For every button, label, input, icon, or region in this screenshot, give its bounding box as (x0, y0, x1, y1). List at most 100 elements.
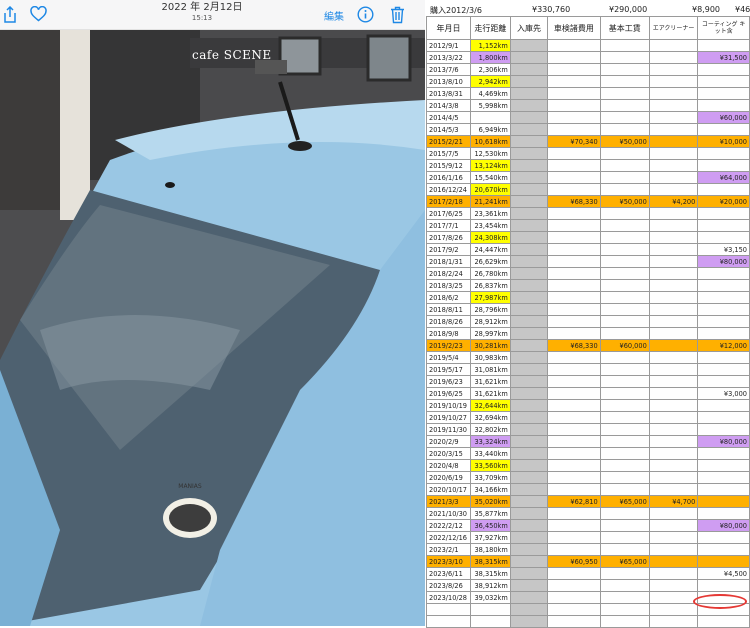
cell-air-cleaner[interactable] (648, 399, 699, 412)
cell-shop[interactable] (509, 231, 549, 244)
cell-mileage[interactable]: 28,997km (469, 327, 511, 340)
cell-mileage[interactable]: 31,621km (469, 387, 511, 400)
cell-shop[interactable] (509, 555, 549, 568)
cell-labor[interactable] (599, 303, 650, 316)
cell-coating[interactable]: ¥20,000 (697, 195, 750, 208)
cell-inspection-fee[interactable]: ¥68,330 (547, 339, 601, 352)
cell-inspection-fee[interactable]: ¥68,330 (547, 195, 601, 208)
cell-air-cleaner[interactable] (648, 135, 699, 148)
cell-labor[interactable]: ¥60,000 (599, 339, 650, 352)
cell-labor[interactable] (599, 183, 650, 196)
col-header-shop[interactable]: 入庫先 (509, 16, 549, 40)
cell-coating[interactable]: ¥10,000 (697, 135, 750, 148)
cell-inspection-fee[interactable] (547, 51, 601, 64)
col-header-labor[interactable]: 基本工賃 (599, 16, 650, 40)
cell-labor[interactable] (599, 603, 650, 616)
cell-mileage[interactable]: 33,709km (469, 471, 511, 484)
cell-labor[interactable] (599, 471, 650, 484)
cell-mileage[interactable]: 32,644km (469, 399, 511, 412)
cell-air-cleaner[interactable] (648, 123, 699, 136)
cell-air-cleaner[interactable]: ¥4,700 (648, 495, 699, 508)
cell-shop[interactable] (509, 423, 549, 436)
cell-air-cleaner[interactable] (648, 351, 699, 364)
cell-shop[interactable] (509, 87, 549, 100)
cell-date[interactable]: 2018/3/25 (426, 279, 471, 292)
cell-air-cleaner[interactable] (648, 87, 699, 100)
cell-inspection-fee[interactable] (547, 63, 601, 76)
cell-mileage[interactable]: 38,315km (469, 567, 511, 580)
cell-shop[interactable] (509, 279, 549, 292)
cell-shop[interactable] (509, 567, 549, 580)
cell-mileage[interactable]: 38,180km (469, 543, 511, 556)
cell-shop[interactable] (509, 459, 549, 472)
cell-inspection-fee[interactable] (547, 183, 601, 196)
cell-air-cleaner[interactable] (648, 255, 699, 268)
cell-coating[interactable] (697, 183, 750, 196)
cell-date[interactable]: 2019/6/25 (426, 387, 471, 400)
cell-shop[interactable] (509, 315, 549, 328)
cell-date[interactable]: 2013/8/10 (426, 75, 471, 88)
cell-mileage[interactable]: 4,469km (469, 87, 511, 100)
cell-mileage[interactable] (469, 603, 511, 616)
cell-coating[interactable] (697, 231, 750, 244)
cell-mileage[interactable]: 33,324km (469, 435, 511, 448)
cell-date[interactable]: 2014/5/3 (426, 123, 471, 136)
cell-shop[interactable] (509, 291, 549, 304)
cell-coating[interactable] (697, 147, 750, 160)
cell-mileage[interactable]: 30,281km (469, 339, 511, 352)
cell-date[interactable]: 2018/9/8 (426, 327, 471, 340)
cell-mileage[interactable]: 31,081km (469, 363, 511, 376)
cell-labor[interactable] (599, 399, 650, 412)
cell-coating[interactable]: ¥80,000 (697, 519, 750, 532)
cell-shop[interactable] (509, 195, 549, 208)
cell-labor[interactable] (599, 423, 650, 436)
cell-mileage[interactable]: 5,998km (469, 99, 511, 112)
cell-coating[interactable] (697, 291, 750, 304)
cell-labor[interactable] (599, 327, 650, 340)
cell-labor[interactable] (599, 123, 650, 136)
cell-coating[interactable]: ¥31,500 (697, 51, 750, 64)
cell-date[interactable]: 2012/9/1 (426, 39, 471, 52)
cell-coating[interactable] (697, 543, 750, 556)
cell-inspection-fee[interactable] (547, 231, 601, 244)
cell-labor[interactable] (599, 279, 650, 292)
cell-coating[interactable] (697, 39, 750, 52)
cell-date[interactable]: 2021/3/3 (426, 495, 471, 508)
cell-shop[interactable] (509, 387, 549, 400)
cell-air-cleaner[interactable] (648, 159, 699, 172)
cell-mileage[interactable]: 34,166km (469, 483, 511, 496)
cell-inspection-fee[interactable] (547, 87, 601, 100)
cell-coating[interactable] (697, 471, 750, 484)
cell-coating[interactable] (697, 399, 750, 412)
cell-shop[interactable] (509, 591, 549, 604)
cell-inspection-fee[interactable] (547, 483, 601, 496)
cell-air-cleaner[interactable] (648, 219, 699, 232)
col-header-inspection-fee[interactable]: 車検諸費用 (547, 16, 601, 40)
cell-coating[interactable] (697, 483, 750, 496)
cell-shop[interactable] (509, 579, 549, 592)
cell-air-cleaner[interactable] (648, 483, 699, 496)
cell-date[interactable]: 2020/10/17 (426, 483, 471, 496)
cell-coating[interactable] (697, 351, 750, 364)
col-header-mileage[interactable]: 走行距離 (469, 16, 511, 40)
cell-mileage[interactable]: 13,124km (469, 159, 511, 172)
cell-inspection-fee[interactable] (547, 99, 601, 112)
cell-shop[interactable] (509, 435, 549, 448)
cell-inspection-fee[interactable] (547, 39, 601, 52)
cell-air-cleaner[interactable] (648, 231, 699, 244)
cell-date[interactable]: 2023/2/1 (426, 543, 471, 556)
cell-air-cleaner[interactable] (648, 207, 699, 220)
cell-shop[interactable] (509, 123, 549, 136)
cell-shop[interactable] (509, 243, 549, 256)
cell-labor[interactable] (599, 591, 650, 604)
cell-inspection-fee[interactable] (547, 351, 601, 364)
cell-labor[interactable] (599, 351, 650, 364)
cell-inspection-fee[interactable] (547, 375, 601, 388)
cell-labor[interactable] (599, 375, 650, 388)
cell-date[interactable]: 2017/6/25 (426, 207, 471, 220)
cell-inspection-fee[interactable] (547, 447, 601, 460)
cell-shop[interactable] (509, 471, 549, 484)
cell-inspection-fee[interactable] (547, 435, 601, 448)
cell-mileage[interactable]: 28,796km (469, 303, 511, 316)
cell-inspection-fee[interactable] (547, 147, 601, 160)
